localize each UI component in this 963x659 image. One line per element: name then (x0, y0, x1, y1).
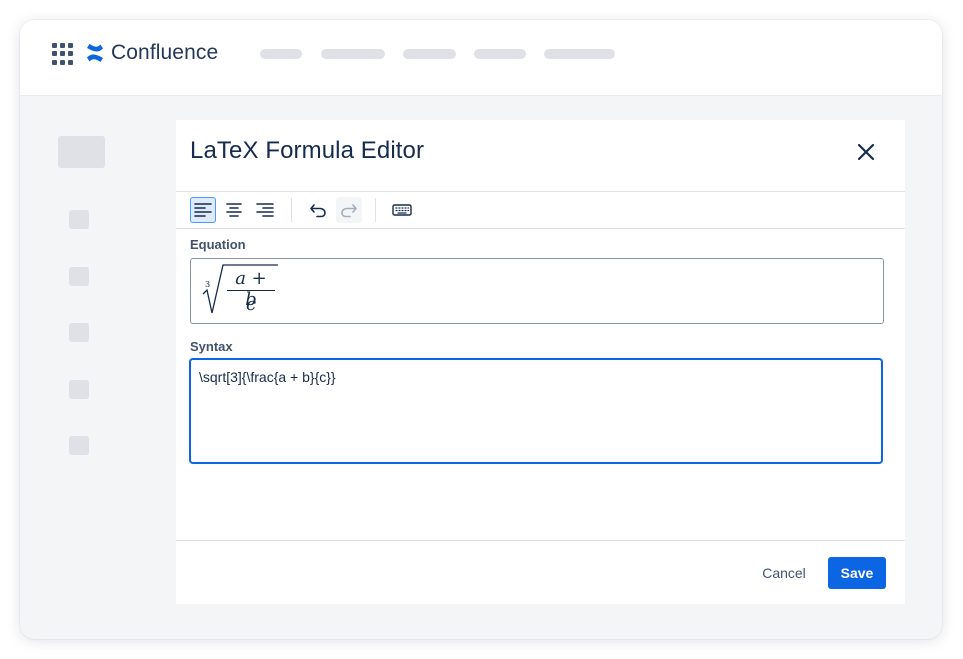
sidebar-item-placeholder[interactable] (69, 267, 89, 286)
sidebar-item-placeholder[interactable] (69, 323, 89, 342)
toolbar-separator (375, 198, 376, 222)
redo-button[interactable] (336, 197, 362, 223)
fraction-denominator: c (245, 294, 257, 315)
align-left-button[interactable] (190, 197, 216, 223)
equation-preview: 3 a + b c (190, 258, 884, 324)
sidebar-item-placeholder[interactable] (69, 210, 89, 229)
align-right-icon (256, 203, 274, 217)
brand-logo[interactable]: Confluence (85, 39, 218, 67)
nav-item-placeholder[interactable] (474, 49, 526, 59)
fraction-bar (227, 290, 275, 292)
top-navigation-bar: Confluence (20, 20, 942, 96)
close-icon (857, 143, 875, 161)
align-center-icon (226, 203, 242, 217)
undo-icon (310, 204, 326, 218)
sidebar (20, 96, 140, 639)
close-button[interactable] (851, 137, 881, 167)
syntax-label: Syntax (190, 339, 233, 354)
sidebar-item-placeholder[interactable] (69, 380, 89, 399)
redo-icon (341, 204, 357, 218)
confluence-logo-icon (87, 44, 103, 62)
align-right-button[interactable] (252, 197, 278, 223)
nav-item-placeholder[interactable] (260, 49, 302, 59)
toolbar-separator (291, 198, 292, 222)
keyboard-icon (392, 204, 412, 216)
nav-item-placeholder[interactable] (403, 49, 456, 59)
rendered-formula: 3 a + b c (199, 263, 279, 317)
footer-divider (176, 540, 905, 541)
header-divider (176, 191, 905, 192)
root-index: 3 (205, 280, 211, 289)
syntax-input-value: \sqrt[3]{\frac{a + b}{c}} (199, 369, 336, 385)
toolbar-divider (176, 228, 905, 229)
keyboard-button[interactable] (389, 197, 415, 223)
latex-formula-editor-dialog: LaTeX Formula Editor Equation 3 a + b c … (176, 120, 905, 604)
nav-item-placeholder[interactable] (321, 49, 385, 59)
dialog-title: LaTeX Formula Editor (190, 137, 425, 164)
sidebar-header-placeholder (58, 136, 105, 168)
align-center-button[interactable] (221, 197, 247, 223)
sidebar-item-placeholder[interactable] (69, 436, 89, 455)
save-button[interactable]: Save (828, 557, 886, 589)
syntax-input[interactable]: \sqrt[3]{\frac{a + b}{c}} (190, 359, 882, 463)
brand-name: Confluence (111, 41, 219, 64)
nav-item-placeholder[interactable] (544, 49, 615, 59)
align-left-icon (194, 203, 212, 217)
grid-icon[interactable] (52, 43, 74, 65)
equation-label: Equation (190, 237, 246, 252)
cancel-button[interactable]: Cancel (752, 557, 816, 589)
undo-button[interactable] (305, 197, 331, 223)
